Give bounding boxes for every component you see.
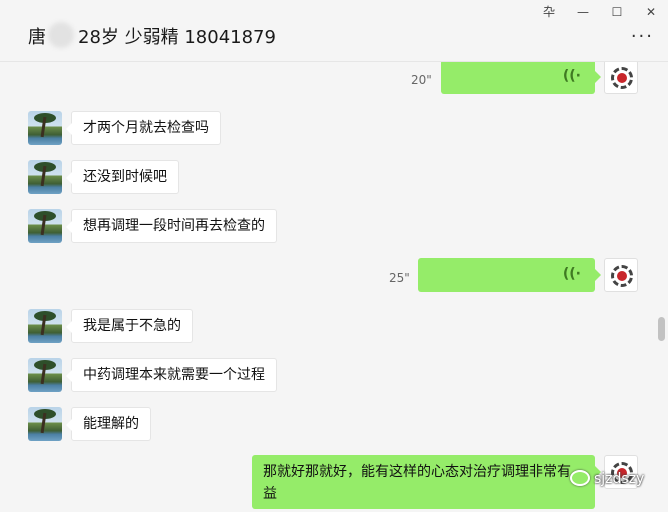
pin-icon[interactable]: 卆 [532, 2, 566, 22]
contact-avatar[interactable] [28, 160, 62, 194]
contact-avatar[interactable] [28, 111, 62, 145]
text-message-bubble[interactable]: 中药调理本来就需要一个过程 [66, 358, 277, 392]
chat-header: 唐 28岁 少弱精 18041879 卆 — ☐ ✕ ··· [0, 0, 668, 62]
more-options-button[interactable]: ··· [631, 26, 654, 47]
contact-name-suffix: 28岁 少弱精 18041879 [78, 27, 276, 48]
watermark-text: sjzdszy [594, 471, 645, 487]
text-message-bubble[interactable]: 那就好那就好，能有这样的心态对治疗调理非常有益 。 [252, 455, 601, 512]
voice-message-bubble[interactable]: ((· [418, 258, 601, 292]
contact-avatar[interactable] [28, 407, 62, 441]
watermark: sjzdszy [570, 470, 644, 487]
message-text-line: 那就好那就好，能有这样的心态对治疗调理非常有益 [263, 464, 571, 502]
message-text-line: 。 [263, 505, 584, 512]
text-message-bubble[interactable]: 还没到时候吧 [66, 160, 179, 194]
text-message-bubble[interactable]: 才两个月就去检查吗 [66, 111, 221, 145]
chat-title: 唐 28岁 少弱精 18041879 [28, 22, 276, 49]
contact-avatar[interactable] [28, 309, 62, 343]
message-list[interactable]: 20" ((· 才两个月就去检查吗 还没到时候吧 想再调理一段时间再去检查的 2… [0, 62, 668, 512]
voice-message-bubble[interactable]: ((· [441, 62, 601, 94]
wechat-icon [570, 470, 590, 486]
voice-wave-icon: ((· [562, 68, 581, 84]
text-message-bubble[interactable]: 能理解的 [66, 407, 151, 441]
voice-duration: 25" [389, 271, 410, 285]
contact-avatar[interactable] [28, 358, 62, 392]
self-avatar[interactable] [604, 258, 638, 292]
contact-avatar[interactable] [28, 209, 62, 243]
close-button[interactable]: ✕ [634, 2, 668, 22]
text-message-bubble[interactable]: 想再调理一段时间再去检查的 [66, 209, 277, 243]
text-message-bubble[interactable]: 我是属于不急的 [66, 309, 193, 343]
contact-name-prefix: 唐 [28, 27, 46, 48]
self-avatar[interactable] [604, 62, 638, 94]
voice-wave-icon: ((· [562, 266, 581, 282]
blurred-name-mask [48, 22, 74, 48]
voice-duration: 20" [411, 73, 432, 87]
minimize-button[interactable]: — [566, 2, 600, 22]
maximize-button[interactable]: ☐ [600, 2, 634, 22]
scrollbar-thumb[interactable] [658, 317, 665, 341]
